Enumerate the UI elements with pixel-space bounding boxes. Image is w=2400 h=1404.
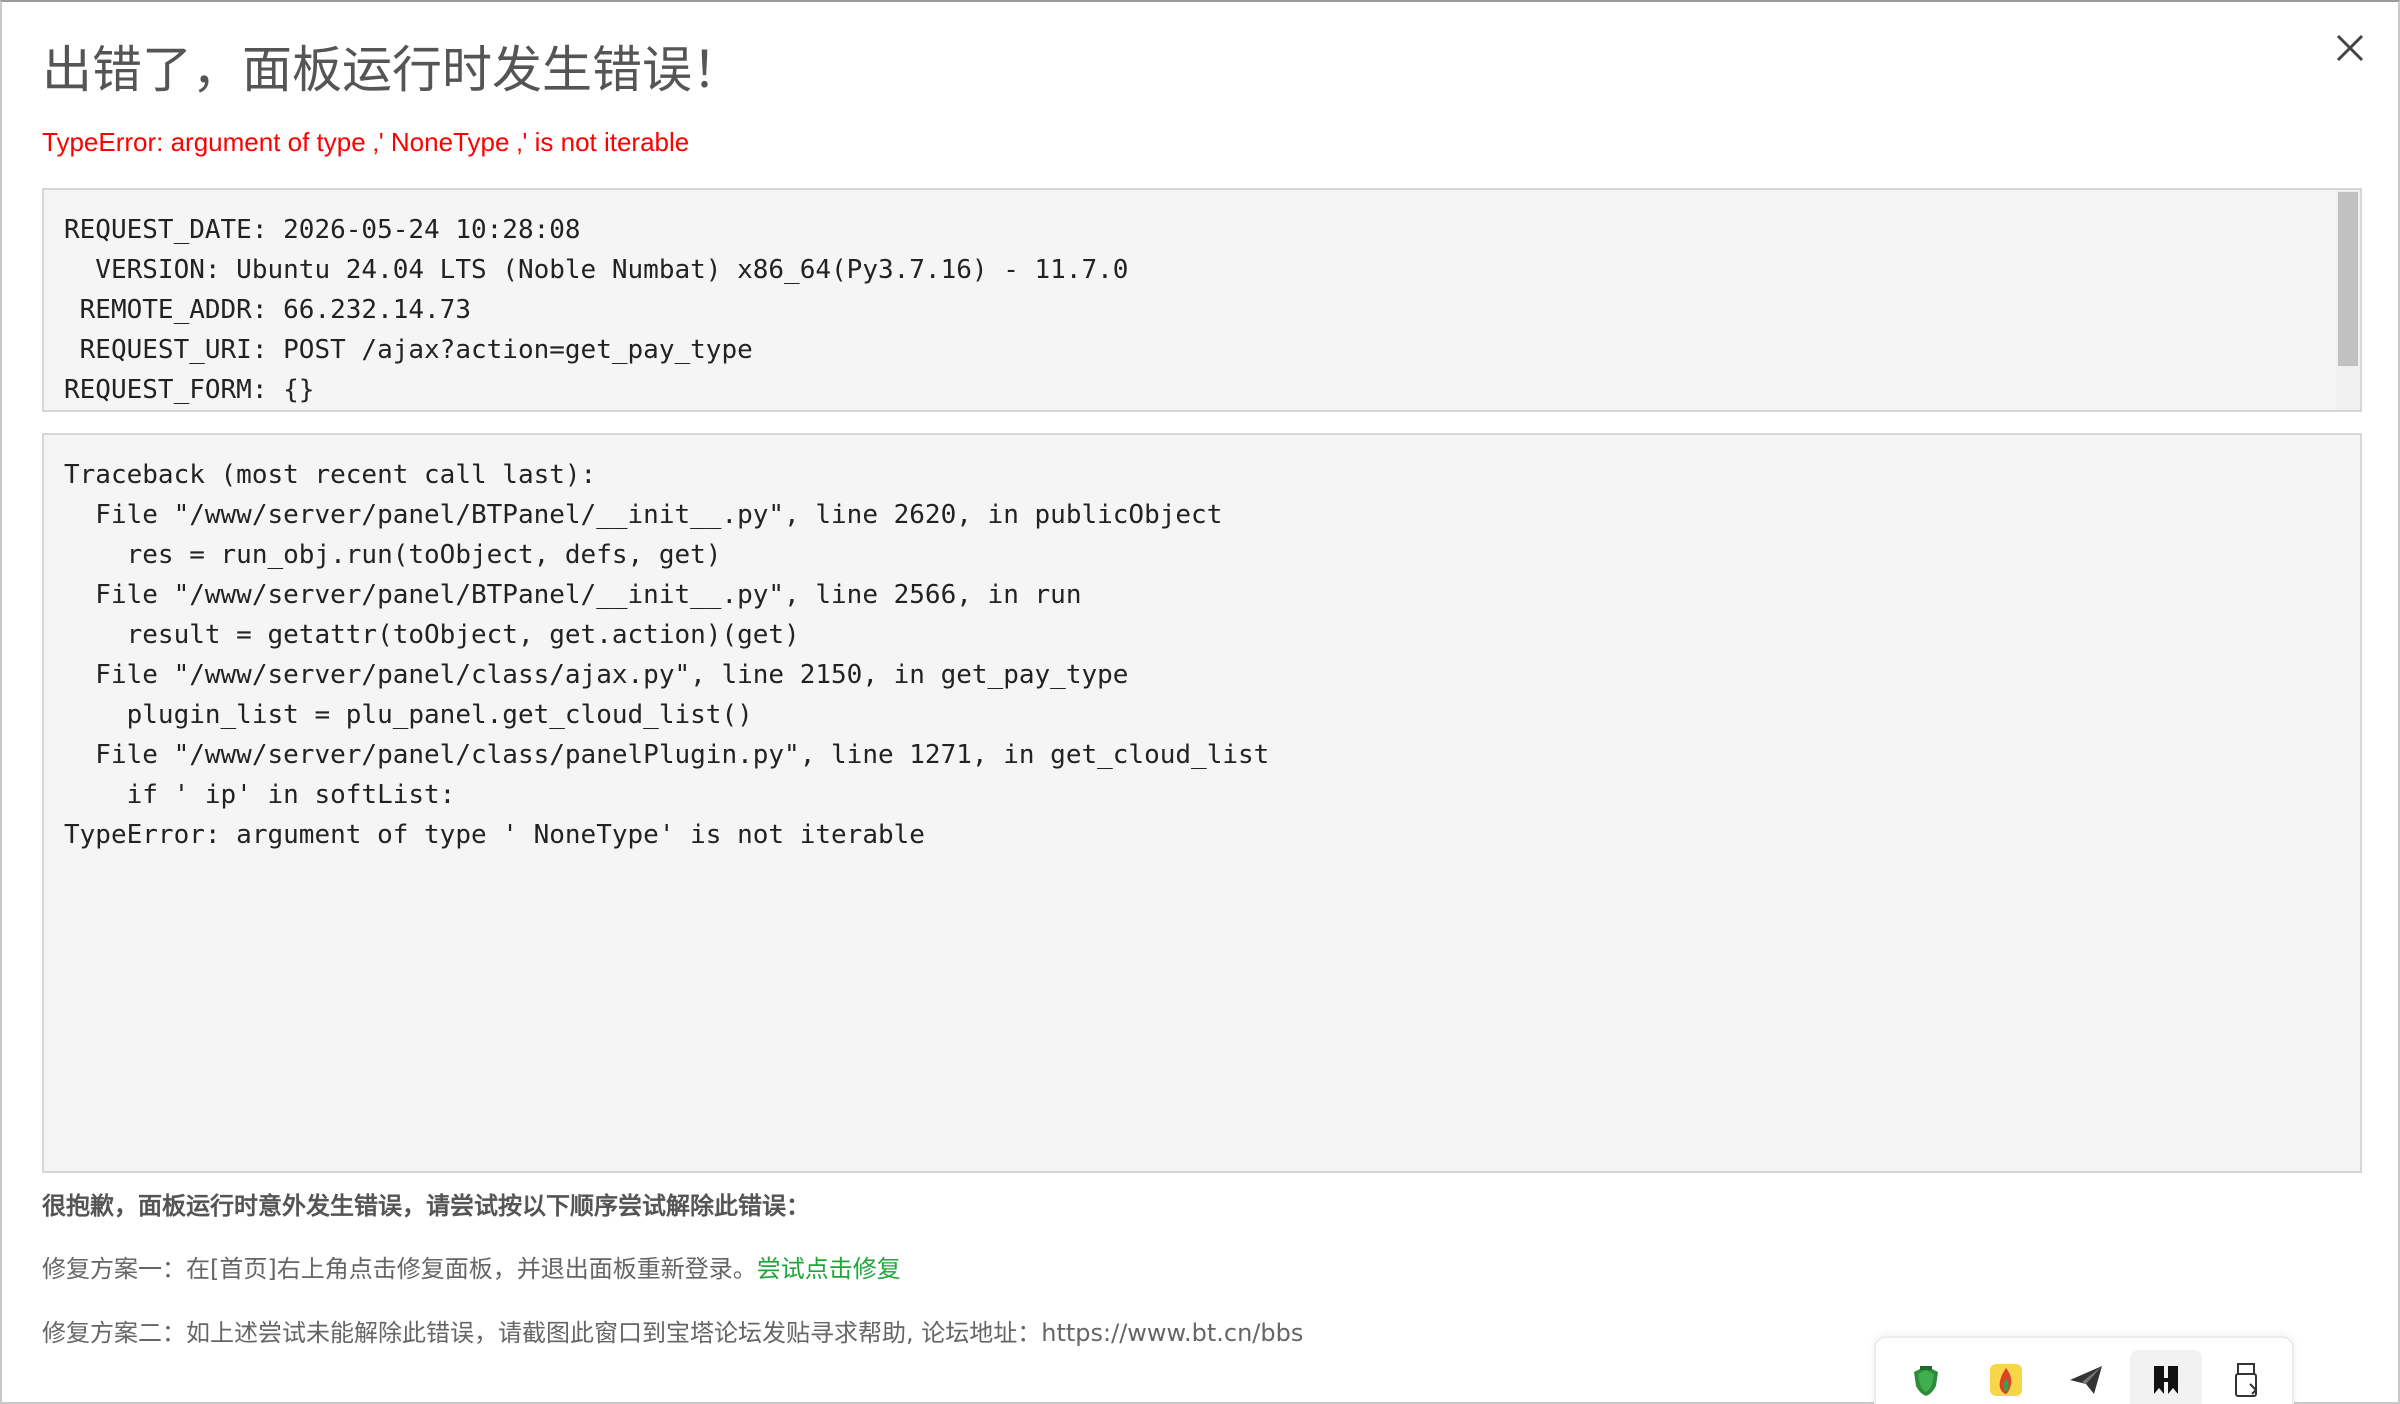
traceback-line: plugin_list = plu_panel.get_cloud_list() — [64, 700, 753, 730]
fix-option-one-text: 修复方案一：在[首页]右上角点击修复面板，并退出面板重新登录。 — [42, 1255, 757, 1283]
traceback-line: Traceback (most recent call last): — [64, 460, 597, 490]
flame-app-icon[interactable] — [1986, 1360, 2026, 1400]
traceback-line: File "/www/server/panel/class/ajax.py", … — [64, 660, 1129, 690]
request-info-line: REQUEST_FORM: {} — [64, 375, 315, 405]
fix-option-two: 修复方案二：如上述尝试未能解除此错误，请截图此窗口到宝塔论坛发贴寻求帮助, 论坛… — [42, 1319, 1304, 1347]
request-info-line: REQUEST_DATE: 2026-05-24 10:28:08 — [64, 215, 581, 245]
send-app-icon[interactable] — [2066, 1360, 2106, 1400]
traceback-line: res = run_obj.run(toObject, defs, get) — [64, 540, 722, 570]
help-heading: 很抱歉，面板运行时意外发生错误，请尝试按以下顺序尝试解除此错误： — [42, 1192, 810, 1220]
scrollbar-thumb[interactable] — [2338, 192, 2358, 366]
scrollbar[interactable] — [2336, 190, 2360, 410]
traceback-line: result = getattr(toObject, get.action)(g… — [64, 620, 800, 650]
close-icon[interactable] — [2328, 26, 2372, 70]
traceback-line: File "/www/server/panel/class/panelPlugi… — [64, 740, 1270, 770]
error-dialog: 出错了，面板运行时发生错误！ TypeError: argument of ty… — [0, 0, 2400, 1404]
traceback-text: Traceback (most recent call last): File … — [64, 455, 1269, 855]
traceback-line: File "/www/server/panel/BTPanel/__init__… — [64, 580, 1082, 610]
request-info-box[interactable]: REQUEST_DATE: 2026-05-24 10:28:08 VERSIO… — [42, 188, 2362, 412]
traceback-line: TypeError: argument of type ' NoneType' … — [64, 820, 925, 850]
usb-drive-icon[interactable] — [2226, 1360, 2266, 1400]
request-info-line: VERSION: Ubuntu 24.04 LTS (Noble Numbat)… — [64, 255, 1129, 285]
error-message: TypeError: argument of type ‚' NoneType … — [42, 127, 690, 157]
shield-app-icon[interactable] — [1906, 1360, 1946, 1400]
request-info-line: REMOTE_ADDR: 66.232.14.73 — [64, 295, 471, 325]
traceback-line: if ' ip' in softList: — [64, 780, 456, 810]
bookmark-app-icon[interactable] — [2130, 1350, 2202, 1404]
try-repair-link[interactable]: 尝试点击修复 — [757, 1255, 901, 1283]
traceback-line: File "/www/server/panel/BTPanel/__init__… — [64, 500, 1223, 530]
request-info-text: REQUEST_DATE: 2026-05-24 10:28:08 VERSIO… — [64, 210, 1128, 410]
dialog-title: 出错了，面板运行时发生错误！ — [42, 41, 742, 99]
app-tray — [1874, 1336, 2294, 1404]
fix-option-one: 修复方案一：在[首页]右上角点击修复面板，并退出面板重新登录。尝试点击修复 — [42, 1249, 901, 1289]
request-info-line: REQUEST_URI: POST /ajax?action=get_pay_t… — [64, 335, 753, 365]
traceback-box[interactable]: Traceback (most recent call last): File … — [42, 433, 2362, 1173]
